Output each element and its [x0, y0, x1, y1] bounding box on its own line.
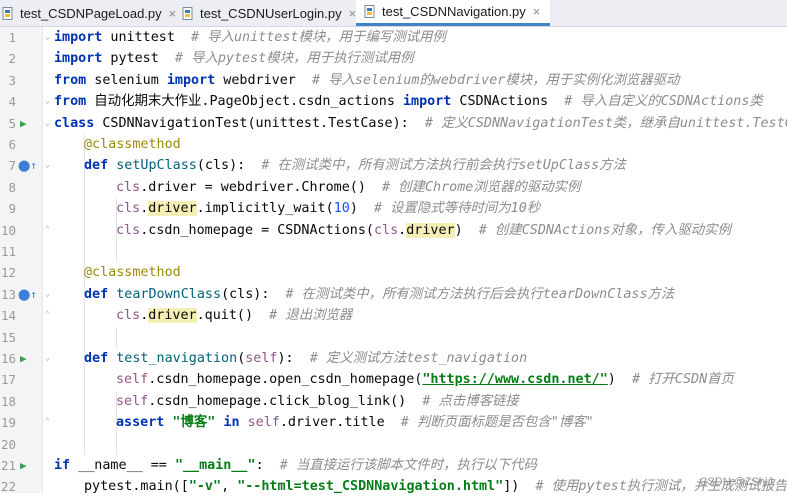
- code-line-7: def setUpClass(cls): # 在测试类中，所有测试方法执行前会执…: [84, 158, 626, 174]
- line-number: 5: [8, 115, 16, 131]
- fold-icon[interactable]: ⌄: [43, 91, 52, 112]
- line-number: 4: [8, 94, 16, 110]
- line-number: 7: [8, 158, 16, 174]
- code-line-9: cls.driver.implicitly_wait(10) # 设置隐式等待时…: [116, 201, 541, 217]
- fold-icon[interactable]: ⌃: [43, 220, 52, 241]
- line-number: 21: [0, 458, 16, 473]
- line-number: 19: [0, 415, 16, 431]
- line-number: 13: [0, 286, 16, 302]
- fold-icon[interactable]: ⌄: [43, 284, 52, 305]
- fold-icon[interactable]: ⌄: [43, 155, 52, 176]
- line-number: 22: [0, 479, 16, 495]
- code-line-6: @classmethod: [84, 137, 181, 152]
- tab-test-csdnpageload[interactable]: test_CSDNPageLoad.py ×: [2, 0, 176, 26]
- code-line-1: import unittest # 导入unittest模块，用于编写测试用例: [54, 30, 446, 45]
- watermark: CSDN @ZShiJ: [699, 476, 773, 488]
- code-line-12: @classmethod: [84, 265, 181, 281]
- tab-test-csdnnavigation[interactable]: test_CSDNNavigation.py ×: [356, 0, 551, 26]
- line-number-gutter: 1 2 3 4 5 6 7 8 9 10 11 12 13 14 15 16 1…: [0, 27, 43, 494]
- line-number: 14: [0, 308, 16, 324]
- line-number: 12: [0, 265, 16, 281]
- line-number: 9: [8, 201, 16, 217]
- code-line-19: assert "博客" in self.driver.title # 判断页面标…: [116, 415, 594, 431]
- python-file-icon: [364, 5, 377, 18]
- tab-label: test_CSDNNavigation.py: [382, 4, 526, 19]
- code-line-22: pytest.main(["-v", "--html=test_CSDNNavi…: [84, 479, 787, 495]
- code-line-21: if __name__ == "__main__": # 当直接运行该脚本文件时…: [54, 458, 537, 473]
- line-number: 20: [0, 436, 16, 452]
- tab-label: test_CSDNUserLogin.py: [200, 5, 342, 21]
- code-line-8: cls.driver = webdriver.Chrome() # 创建Chro…: [116, 179, 581, 195]
- run-class-icon[interactable]: ▶: [20, 113, 27, 134]
- fold-icon[interactable]: ⌄: [43, 113, 52, 134]
- python-file-icon: [2, 6, 15, 20]
- override-method-icon[interactable]: ⬤↑: [18, 284, 37, 305]
- run-main-icon[interactable]: ▶: [20, 455, 27, 476]
- tab-label: test_CSDNPageLoad.py: [20, 5, 162, 21]
- code-line-16: def test_navigation(self): # 定义测试方法test_…: [84, 351, 528, 366]
- line-number: 10: [0, 222, 16, 238]
- line-number: 3: [8, 72, 16, 88]
- indent-guide: [116, 326, 117, 348]
- python-file-icon: [182, 6, 195, 20]
- editor-tab-bar: test_CSDNPageLoad.py × test_CSDNUserLogi…: [0, 0, 787, 27]
- run-test-icon[interactable]: ▶: [20, 348, 27, 369]
- fold-icon[interactable]: ⌄: [43, 27, 52, 48]
- fold-icon[interactable]: ⌃: [43, 412, 52, 433]
- line-number: 16: [0, 351, 16, 366]
- close-icon[interactable]: ×: [533, 4, 541, 19]
- line-number: 11: [0, 244, 16, 259]
- line-number: 6: [8, 137, 16, 152]
- fold-icon[interactable]: ⌄: [43, 348, 52, 369]
- tab-test-csdnuserlogin[interactable]: test_CSDNUserLogin.py ×: [182, 0, 356, 26]
- override-method-icon[interactable]: ⬤↑: [18, 155, 37, 176]
- close-icon[interactable]: ×: [169, 6, 177, 21]
- code-line-13: def tearDownClass(cls): # 在测试类中，所有测试方法执行…: [84, 286, 675, 302]
- code-line-17: self.csdn_homepage.open_csdn_homepage("h…: [116, 372, 734, 388]
- code-line-2: import pytest # 导入pytest模块，用于执行测试用例: [54, 51, 414, 67]
- code-line-3: from selenium import webdriver # 导入selen…: [54, 72, 680, 88]
- code-line-18: self.csdn_homepage.click_blog_link() # 点…: [116, 393, 519, 409]
- code-line-4: from 自动化期末大作业.PageObject.csdn_actions im…: [54, 94, 763, 110]
- code-line-5: class CSDNNavigationTest(unittest.TestCa…: [54, 115, 787, 131]
- line-number: 8: [8, 179, 16, 195]
- line-number: 17: [0, 372, 16, 388]
- line-number: 18: [0, 393, 16, 409]
- code-line-14: cls.driver.quit() # 退出浏览器: [116, 308, 353, 324]
- line-number: 2: [8, 51, 16, 67]
- line-number: 1: [8, 30, 16, 45]
- line-number: 15: [0, 329, 16, 345]
- fold-icon[interactable]: ⌃: [43, 305, 52, 326]
- code-line-10: cls.csdn_homepage = CSDNActions(cls.driv…: [116, 222, 731, 238]
